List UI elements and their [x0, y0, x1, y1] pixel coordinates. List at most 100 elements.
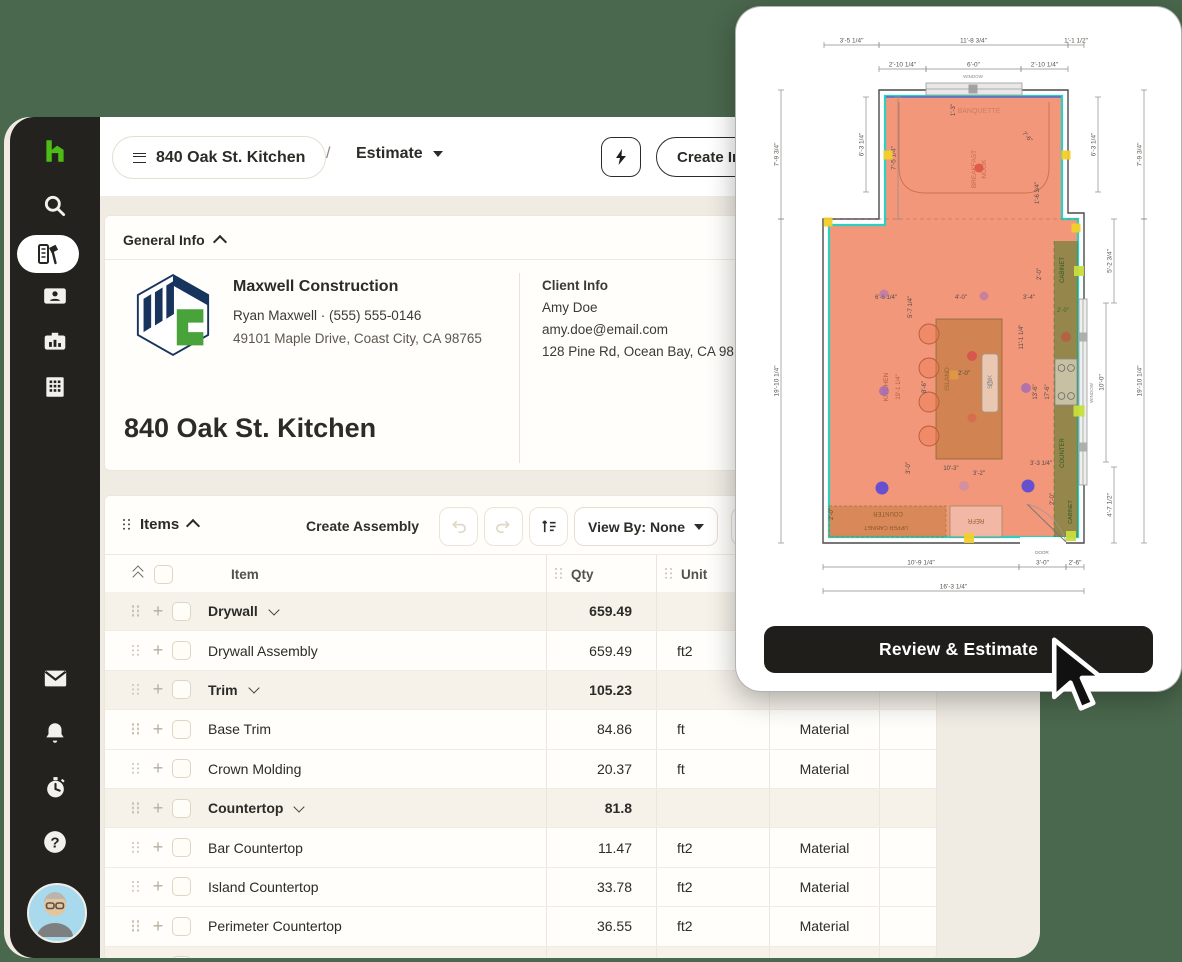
svg-text:1'-1 1/2": 1'-1 1/2": [1064, 38, 1088, 45]
undo-button[interactable]: [439, 507, 478, 546]
item-cost-type: Material: [769, 710, 879, 748]
row-checkbox[interactable]: [172, 956, 191, 958]
estimate-dropdown[interactable]: Estimate: [356, 145, 443, 163]
help-icon[interactable]: ?: [10, 829, 100, 855]
drag-handle-icon[interactable]: [132, 763, 140, 775]
chevron-down-icon[interactable]: [248, 683, 259, 694]
drag-handle-icon[interactable]: [132, 684, 140, 696]
svg-text:2'-0": 2'-0": [1057, 308, 1069, 314]
time-tracker-icon[interactable]: [10, 775, 100, 800]
row-checkbox[interactable]: [172, 759, 191, 778]
client-address: 128 Pine Rd, Ocean Bay, CA 98: [542, 344, 734, 359]
chevron-down-icon: [433, 151, 443, 157]
add-icon[interactable]: +: [151, 837, 165, 858]
create-assembly-button[interactable]: Create Assembly: [306, 518, 419, 534]
table-row[interactable]: +Bar Countertop11.47ft2Material: [105, 828, 936, 867]
collapse-all-icon[interactable]: [134, 567, 142, 581]
drag-handle-icon[interactable]: [132, 645, 140, 657]
add-icon[interactable]: +: [151, 758, 165, 779]
user-avatar[interactable]: [27, 883, 87, 943]
row-checkbox[interactable]: [172, 838, 191, 857]
chevron-down-icon: [694, 524, 704, 530]
add-icon[interactable]: +: [151, 679, 165, 700]
chevron-up-icon: [213, 234, 227, 248]
row-checkbox[interactable]: [172, 877, 191, 896]
company-name: Maxwell Construction: [233, 278, 482, 296]
item-name: Island Countertop: [208, 879, 319, 895]
svg-text:3'-0": 3'-0": [1036, 560, 1050, 567]
items-section-toggle[interactable]: Items: [123, 516, 198, 533]
drag-handle-icon[interactable]: [132, 723, 140, 735]
sidebar-item-contacts[interactable]: [10, 283, 100, 309]
item-qty: 36.55: [546, 907, 656, 945]
add-icon[interactable]: +: [151, 916, 165, 937]
svg-text:COUNTER: COUNTER: [873, 510, 903, 516]
svg-text:3'-3 1/4": 3'-3 1/4": [1030, 461, 1052, 467]
add-icon[interactable]: +: [151, 601, 165, 622]
search-icon[interactable]: [10, 193, 100, 219]
breadcrumb-separator: /: [326, 145, 330, 163]
select-all-checkbox[interactable]: [154, 565, 173, 584]
item-unit: ft: [656, 710, 769, 748]
column-header-unit[interactable]: Unit: [681, 567, 707, 582]
svg-text:11'-8 3/4": 11'-8 3/4": [960, 38, 988, 45]
svg-text:5'-7 1/4": 5'-7 1/4": [908, 296, 914, 318]
sidebar-item-jobs[interactable]: [10, 329, 100, 355]
quick-actions-button[interactable]: [601, 137, 641, 177]
item-qty: 379.56: [546, 947, 656, 958]
takeoff-panel: 3'-5 1/4"11'-8 3/4"1'-1 1/2"2'-10 1/4"6'…: [735, 6, 1182, 692]
sidebar-item-company[interactable]: [10, 374, 100, 400]
svg-text:8'-6": 8'-6": [922, 381, 928, 393]
drag-handle-icon[interactable]: [665, 568, 673, 580]
row-checkbox[interactable]: [172, 799, 191, 818]
hamburger-icon: [133, 153, 146, 163]
row-checkbox[interactable]: [172, 602, 191, 621]
svg-text:17'-6": 17'-6": [1045, 384, 1051, 399]
item-cost-type: Material: [769, 828, 879, 866]
row-checkbox[interactable]: [172, 917, 191, 936]
table-row[interactable]: +Countertop81.8: [105, 789, 936, 828]
mail-icon[interactable]: [10, 665, 100, 692]
chevron-down-icon[interactable]: [294, 801, 305, 812]
table-row[interactable]: +Base Trim84.86ftMaterial: [105, 710, 936, 749]
drag-handle-icon[interactable]: [132, 920, 140, 932]
svg-text:?: ?: [50, 834, 59, 851]
add-icon[interactable]: +: [151, 955, 165, 958]
table-row[interactable]: +Perimeter Countertop36.55ft2Material: [105, 907, 936, 946]
redo-button[interactable]: [484, 507, 523, 546]
sort-button[interactable]: [529, 507, 568, 546]
svg-text:3'-4": 3'-4": [1023, 295, 1035, 301]
notifications-bell-icon[interactable]: [10, 720, 100, 746]
add-icon[interactable]: +: [151, 876, 165, 897]
column-header-item[interactable]: Item: [231, 567, 259, 582]
houzz-logo[interactable]: [10, 137, 100, 165]
project-breadcrumb-pill[interactable]: 840 Oak St. Kitchen: [112, 136, 326, 179]
redo-icon: [495, 518, 512, 535]
drag-handle-icon[interactable]: [555, 568, 563, 580]
row-checkbox[interactable]: [172, 680, 191, 699]
drag-handle-icon[interactable]: [123, 519, 131, 531]
svg-text:19'-10 1/4": 19'-10 1/4": [1137, 365, 1144, 397]
add-icon[interactable]: +: [151, 640, 165, 661]
floorplan-drawing[interactable]: 3'-5 1/4"11'-8 3/4"1'-1 1/2"2'-10 1/4"6'…: [736, 7, 1181, 613]
svg-text:1'-3": 1'-3": [951, 104, 957, 116]
column-header-qty[interactable]: Qty: [571, 567, 594, 582]
table-row[interactable]: +Island Countertop33.78ft2Material: [105, 868, 936, 907]
client-info-title: Client Info: [542, 278, 734, 293]
general-info-toggle[interactable]: General Info: [123, 232, 225, 248]
row-checkbox[interactable]: [172, 641, 191, 660]
add-icon[interactable]: +: [151, 719, 165, 740]
view-by-dropdown[interactable]: View By: None: [574, 507, 718, 546]
chevron-down-icon[interactable]: [268, 604, 279, 615]
add-icon[interactable]: +: [151, 798, 165, 819]
drag-handle-icon[interactable]: [132, 881, 140, 893]
sidebar-item-takeoffs-active[interactable]: [17, 235, 79, 273]
item-unit: ft2: [656, 828, 769, 866]
table-row[interactable]: +Flooring379.56: [105, 947, 936, 958]
table-row[interactable]: +Crown Molding20.37ftMaterial: [105, 750, 936, 789]
drag-handle-icon[interactable]: [132, 802, 140, 814]
drag-handle-icon[interactable]: [132, 605, 140, 617]
company-logo: [135, 273, 211, 362]
row-checkbox[interactable]: [172, 720, 191, 739]
drag-handle-icon[interactable]: [132, 842, 140, 854]
